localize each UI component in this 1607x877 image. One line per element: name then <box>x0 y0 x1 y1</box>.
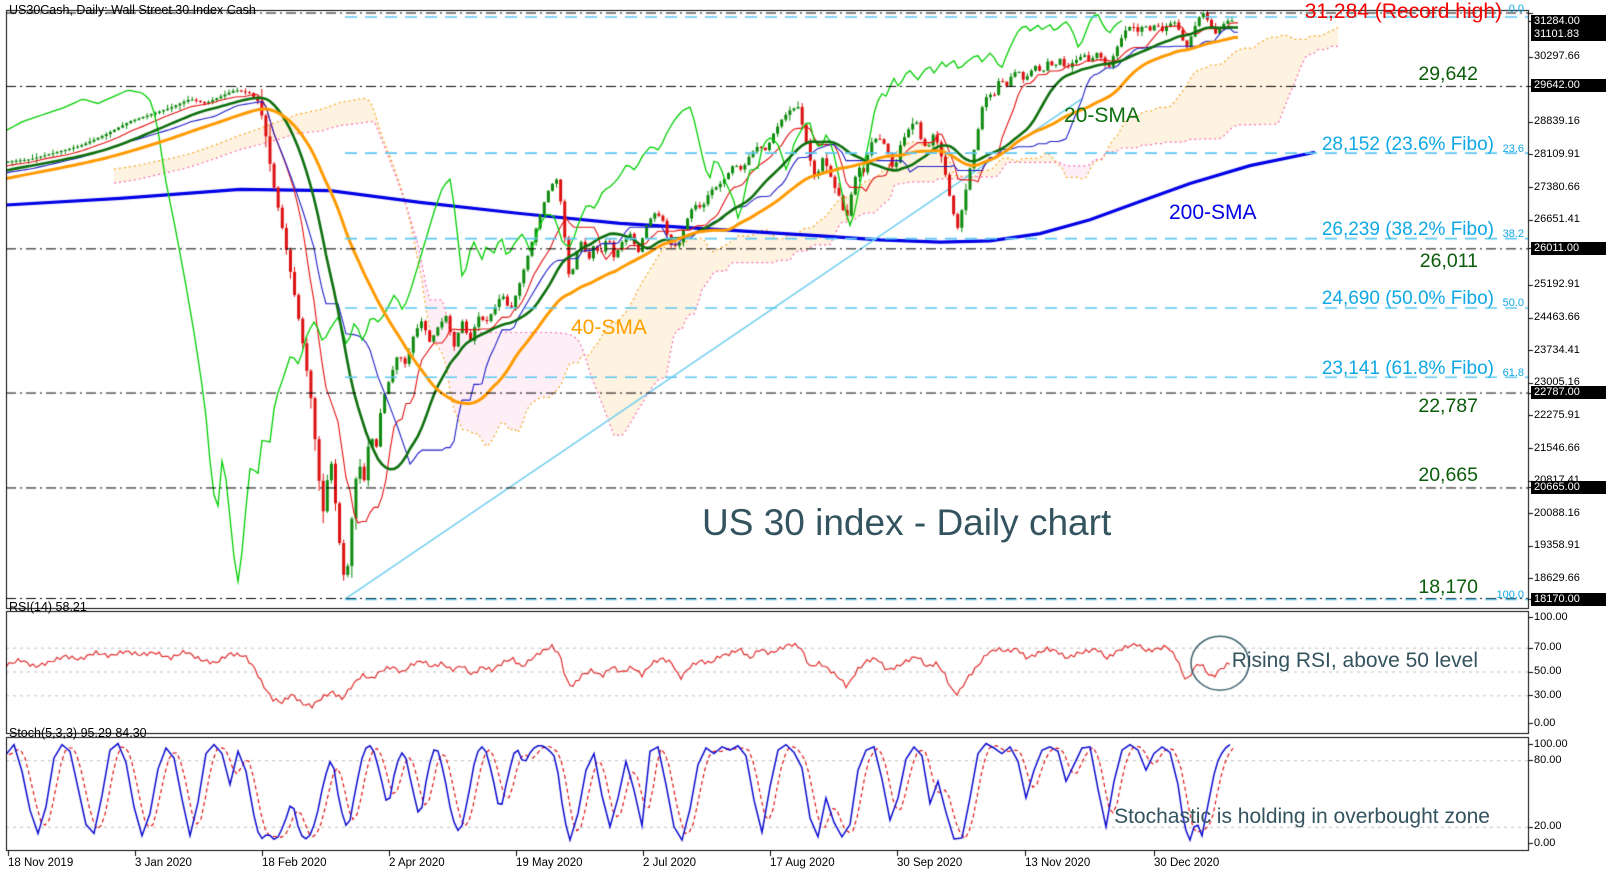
price-level-box: 31101.83 <box>1531 27 1606 41</box>
rsi-label: RSI(14) 58.21 <box>9 600 87 614</box>
price-tick: 30297.66 <box>1534 50 1580 63</box>
date-tick: 19 May 2020 <box>516 857 583 869</box>
fibo-pct-label: 61.8 <box>1502 366 1524 379</box>
sma200-label: 200-SMA <box>1169 201 1257 224</box>
price-tick: 19358.91 <box>1534 539 1580 552</box>
price-tick: 24463.66 <box>1534 311 1580 324</box>
price-tick: 21546.66 <box>1534 441 1580 454</box>
key-level-label: 18,170 <box>1418 576 1478 599</box>
rsi-tick: 50.00 <box>1534 665 1562 677</box>
date-tick: 18 Nov 2019 <box>8 857 74 869</box>
price-level-box: 20665.00 <box>1531 480 1606 494</box>
fibo-pct-label: 23.6 <box>1502 142 1524 155</box>
date-tick: 2 Apr 2020 <box>389 857 445 869</box>
fibo-level-label: 24,690 (50.0% Fibo) <box>1321 288 1494 310</box>
symbol-title: US30Cash, Daily: Wall Street 30 Index Ca… <box>9 3 256 17</box>
stoch-tick: 0.00 <box>1534 836 1556 849</box>
stoch-annotation: Stochastic is holding in overbought zone <box>1114 805 1490 828</box>
fibo-level-label: 28,152 (23.6% Fibo) <box>1321 133 1494 155</box>
fibo-pct-label: 38.2 <box>1502 228 1524 241</box>
date-tick: 13 Nov 2020 <box>1025 857 1091 869</box>
price-level-box: 31284.00 <box>1531 14 1606 28</box>
stoch-tick: 20.00 <box>1534 820 1562 833</box>
price-tick: 20088.16 <box>1534 506 1580 519</box>
date-tick: 2 Jul 2020 <box>643 857 697 869</box>
price-tick: 26651.41 <box>1534 213 1580 226</box>
price-level-box: 26011.00 <box>1531 241 1606 255</box>
price-tick: 27380.66 <box>1534 180 1580 193</box>
key-level-label: 22,787 <box>1418 394 1478 417</box>
price-tick: 28839.16 <box>1534 115 1580 128</box>
chart-window: { "header": { "title": "US30Cash, Daily:… <box>0 0 1607 877</box>
rsi-tick: 70.00 <box>1534 641 1562 654</box>
date-tick: 30 Dec 2020 <box>1154 857 1220 869</box>
fibo-level-label: 26,239 (38.2% Fibo) <box>1321 219 1494 241</box>
rsi-tick: 0.00 <box>1534 716 1556 729</box>
price-level-box: 22787.00 <box>1531 386 1606 400</box>
price-level-box: 29642.00 <box>1531 79 1606 93</box>
price-tick: 22275.91 <box>1534 408 1580 421</box>
record-high-label: 31,284 (Record high) <box>1304 0 1502 23</box>
price-level-box: 18170.00 <box>1531 592 1606 606</box>
sma40-label: 40-SMA <box>571 316 647 339</box>
key-level-label: 26,011 <box>1419 250 1478 273</box>
fibo-pct-label: 0.0 <box>1508 2 1524 15</box>
time-axis[interactable] <box>6 851 1528 875</box>
price-tick: 25192.91 <box>1534 278 1580 291</box>
date-tick: 17 Aug 2020 <box>770 857 835 869</box>
sma20-label: 20-SMA <box>1064 104 1140 127</box>
fibo-level-label: 23,141 (61.8% Fibo) <box>1321 357 1494 379</box>
chart-canvas[interactable] <box>0 0 1607 877</box>
stoch-tick: 100.00 <box>1534 737 1568 750</box>
stoch-tick: 80.00 <box>1534 753 1562 766</box>
fibo-pct-label: 100.0 <box>1496 589 1524 602</box>
key-level-label: 29,642 <box>1418 62 1478 85</box>
price-tick: 28109.91 <box>1534 147 1580 160</box>
key-level-label: 20,665 <box>1418 464 1478 487</box>
rsi-annotation: Rising RSI, above 50 level <box>1231 649 1478 672</box>
price-tick: 18629.66 <box>1534 571 1580 584</box>
stoch-label: Stoch(5,3,3) 95.29 84.30 <box>9 726 147 740</box>
date-tick: 30 Sep 2020 <box>897 857 963 869</box>
chart-title-annotation: US 30 index - Daily chart <box>702 502 1112 543</box>
fibo-pct-label: 50.0 <box>1502 297 1524 310</box>
rsi-tick: 100.00 <box>1534 610 1568 623</box>
price-tick: 23734.41 <box>1534 343 1580 356</box>
rsi-tick: 30.00 <box>1534 688 1562 701</box>
date-tick: 18 Feb 2020 <box>262 857 327 869</box>
date-tick: 3 Jan 2020 <box>135 857 192 869</box>
